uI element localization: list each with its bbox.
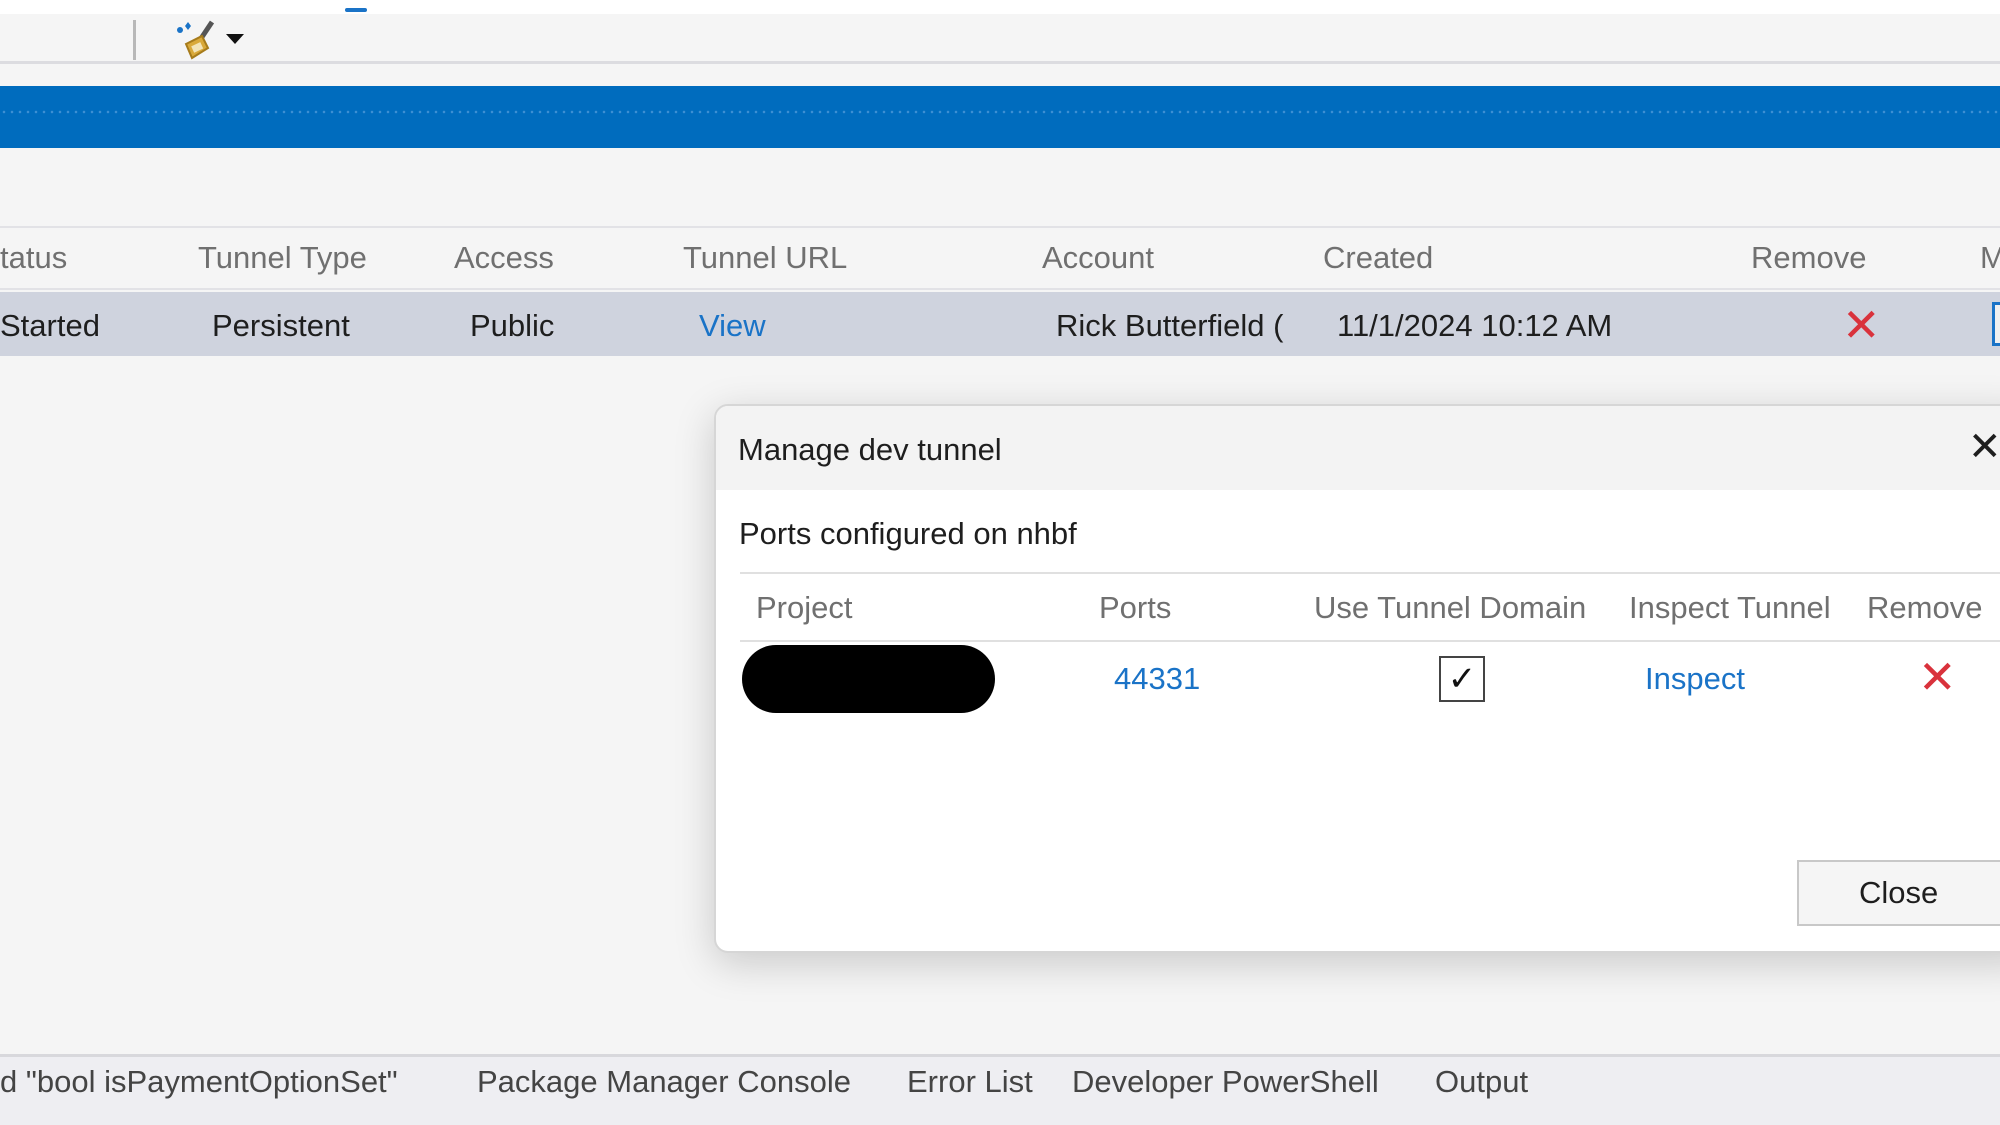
col-account[interactable]: Account <box>1042 240 1154 276</box>
close-button[interactable]: Close <box>1797 860 2000 926</box>
divider <box>740 572 2000 574</box>
port-link[interactable]: 44331 <box>1114 661 1200 697</box>
dialog-subtitle: Ports configured on nhbf <box>739 516 1077 551</box>
remove-tunnel-icon[interactable]: ✕ <box>1842 302 1881 348</box>
manage-dev-tunnel-dialog: Manage dev tunnel ✕ Ports configured on … <box>714 404 2000 953</box>
dialog-title: Manage dev tunnel <box>738 432 1002 467</box>
redacted-project-name <box>742 645 995 713</box>
toolbar-separator <box>133 20 136 60</box>
dropdown-arrow-icon[interactable] <box>226 34 244 44</box>
use-tunnel-domain-checkbox[interactable]: ✓ <box>1439 656 1485 702</box>
col-tunnel-type[interactable]: Tunnel Type <box>198 240 367 276</box>
col-ports[interactable]: Ports <box>1099 590 1171 626</box>
access-cell: Public <box>470 308 555 343</box>
col-use-tunnel-domain[interactable]: Use Tunnel Domain <box>1314 590 1586 626</box>
top-strip <box>0 0 2000 14</box>
col-project[interactable]: Project <box>756 590 852 626</box>
more-button[interactable] <box>1992 302 2000 346</box>
remove-port-icon[interactable]: ✕ <box>1918 654 1957 700</box>
col-remove[interactable]: Remove <box>1867 590 1982 626</box>
info-bar <box>0 86 2000 148</box>
divider <box>740 640 2000 642</box>
col-status[interactable]: tatus <box>0 240 67 276</box>
partial-icon <box>345 8 367 12</box>
clean-brush-icon[interactable] <box>174 18 218 60</box>
tab-output[interactable]: Output <box>1435 1064 1528 1100</box>
tunnel-type-cell: Persistent <box>212 308 350 343</box>
toolbar <box>0 14 2000 64</box>
col-tunnel-url[interactable]: Tunnel URL <box>683 240 847 276</box>
tab-find-results[interactable]: d "bool isPaymentOptionSet" <box>0 1064 398 1100</box>
close-icon[interactable]: ✕ <box>1968 424 2000 470</box>
col-more[interactable]: M <box>1980 240 2000 276</box>
col-created[interactable]: Created <box>1323 240 1433 276</box>
tab-error-list[interactable]: Error List <box>907 1064 1033 1100</box>
inspect-link[interactable]: Inspect <box>1645 661 1745 697</box>
col-access[interactable]: Access <box>454 240 554 276</box>
created-cell: 11/1/2024 10:12 AM <box>1337 308 1613 343</box>
view-url-link[interactable]: View <box>699 308 766 344</box>
status-cell: Started <box>0 308 100 343</box>
account-cell: Rick Butterfield ( <box>1056 308 1284 343</box>
tab-developer-powershell[interactable]: Developer PowerShell <box>1072 1064 1379 1100</box>
col-remove[interactable]: Remove <box>1751 240 1866 276</box>
tab-package-manager-console[interactable]: Package Manager Console <box>477 1064 851 1100</box>
col-inspect-tunnel[interactable]: Inspect Tunnel <box>1629 590 1831 626</box>
